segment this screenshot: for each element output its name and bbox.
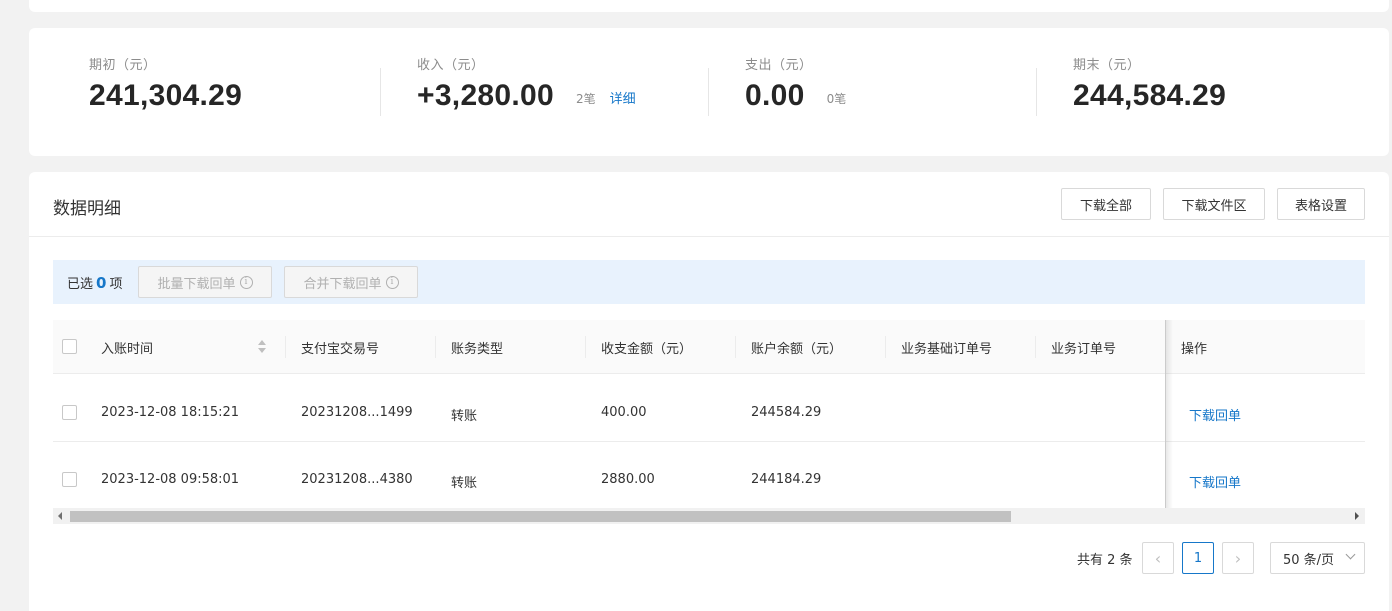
batch-download-button[interactable]: 批量下载回单 i — [138, 266, 272, 298]
col-balance: 账户余额（元） — [751, 342, 843, 357]
cell-amount: 400.00 — [601, 405, 647, 420]
income-stat: 收入（元） +3,280.00 2笔 详细 — [417, 54, 636, 113]
info-icon: i — [239, 275, 253, 289]
chevron-right-icon: › — [1234, 548, 1242, 568]
col-order: 业务订单号 — [1051, 342, 1117, 357]
batch-download-label: 批量下载回单 — [157, 276, 236, 292]
select-all-checkbox[interactable] — [62, 339, 77, 354]
cell-balance: 244184.29 — [751, 472, 822, 487]
divider — [708, 68, 709, 116]
opening-stat: 期初（元） 241,304.29 — [89, 54, 242, 113]
table-settings-button[interactable]: 表格设置 — [1277, 188, 1365, 220]
page-size-label: 50 条/页 — [1283, 552, 1335, 568]
income-detail-link[interactable]: 详细 — [610, 88, 636, 107]
selection-suffix: 项 — [109, 277, 123, 292]
col-base-order: 业务基础订单号 — [901, 342, 993, 357]
cell-amount: 2880.00 — [601, 472, 655, 487]
download-all-button[interactable]: 下载全部 — [1061, 188, 1151, 220]
column-separator — [735, 336, 736, 358]
opening-value: 241,304.29 — [89, 79, 243, 112]
sort-icon[interactable] — [258, 340, 266, 354]
income-label: 收入（元） — [417, 58, 485, 73]
expense-value: 0.00 — [745, 79, 805, 112]
row-checkbox[interactable] — [62, 472, 77, 487]
scroll-left-icon[interactable] — [58, 512, 62, 520]
prev-page-button[interactable]: ‹ — [1142, 542, 1174, 574]
selection-number: 0 — [96, 274, 107, 292]
row-checkbox[interactable] — [62, 405, 77, 420]
col-entry-time[interactable]: 入账时间 — [101, 338, 153, 357]
col-trade-no: 支付宝交易号 — [301, 342, 380, 357]
page-size-select[interactable]: 50 条/页 — [1270, 542, 1365, 574]
closing-value: 244,584.29 — [1073, 79, 1227, 112]
cell-time: 2023-12-08 09:58:01 — [101, 472, 240, 487]
chevron-down-icon — [1345, 549, 1356, 560]
scroll-right-icon[interactable] — [1355, 512, 1359, 520]
col-amount: 收支金额（元） — [601, 342, 693, 357]
top-card-edge — [29, 0, 1389, 12]
expense-stat: 支出（元） 0.00 0笔 — [745, 54, 846, 113]
closing-label: 期末（元） — [1073, 58, 1141, 73]
scrollbar-thumb[interactable] — [70, 511, 1011, 522]
total-count: 共有 2 条 — [1077, 553, 1133, 568]
expense-label: 支出（元） — [745, 58, 813, 73]
cell-type: 转账 — [451, 476, 478, 491]
detail-title: 数据明细 — [53, 199, 121, 219]
divider — [1036, 68, 1037, 116]
download-area-button[interactable]: 下载文件区 — [1163, 188, 1265, 220]
info-icon: i — [385, 275, 399, 289]
selection-bar: 已选 0 项 批量下载回单 i 合并下载回单 i — [53, 260, 1365, 304]
column-separator — [285, 336, 286, 358]
opening-label: 期初（元） — [89, 58, 157, 73]
chevron-left-icon: ‹ — [1154, 548, 1162, 568]
column-separator — [1035, 336, 1036, 358]
col-type: 账务类型 — [451, 342, 504, 357]
divider — [380, 68, 381, 116]
closing-stat: 期末（元） 244,584.29 — [1073, 54, 1226, 113]
cell-type: 转账 — [451, 409, 478, 424]
merge-download-label: 合并下载回单 — [303, 276, 382, 292]
cell-time: 2023-12-08 18:15:21 — [101, 405, 240, 420]
next-page-button[interactable]: › — [1222, 542, 1254, 574]
expense-count: 0笔 — [826, 92, 847, 106]
column-separator — [435, 336, 436, 358]
cell-trade-no: 20231208...4380 — [301, 472, 413, 487]
cell-balance: 244584.29 — [751, 405, 822, 420]
fixed-column-shadow — [1165, 320, 1173, 508]
summary-card: 期初（元） 241,304.29 收入（元） +3,280.00 2笔 详细 支出（… — [29, 28, 1389, 156]
header-divider — [29, 236, 1389, 237]
fixed-actions-column — [1165, 320, 1365, 508]
income-count: 2笔 — [576, 92, 596, 106]
income-value: +3,280.00 — [417, 79, 554, 112]
detail-card: 数据明细 下载全部 下载文件区 表格设置 已选 0 项 批量下载回单 i 合并下载回单… — [29, 172, 1389, 611]
selection-count: 已选 0 项 — [67, 273, 122, 292]
page-1-button[interactable]: 1 — [1182, 542, 1214, 574]
merge-download-button[interactable]: 合并下载回单 i — [284, 266, 418, 298]
column-separator — [885, 336, 886, 358]
selection-prefix: 已选 — [67, 277, 94, 292]
horizontal-scrollbar[interactable] — [53, 508, 1365, 524]
column-separator — [585, 336, 586, 358]
cell-trade-no: 20231208...1499 — [301, 405, 413, 420]
